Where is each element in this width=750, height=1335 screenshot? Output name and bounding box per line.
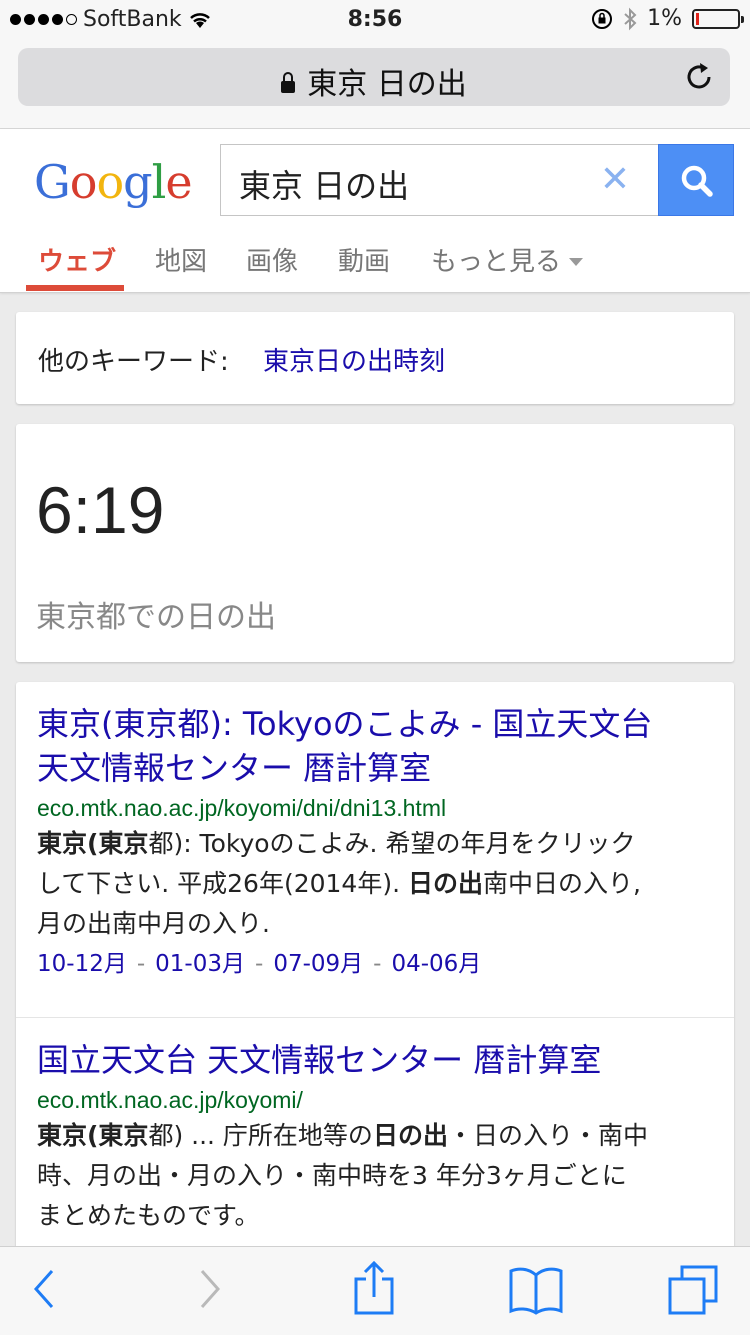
sitelink[interactable]: 10-12月 [37, 951, 127, 977]
result-title-link[interactable]: 東京(東京都): Tokyoのこよみ - 国立天文台 天文情報センター 暦計算室 [37, 702, 717, 790]
snippet-bold: 東京(東京 [37, 1121, 149, 1150]
tab-maps[interactable]: 地図 [155, 241, 207, 278]
sitelink-separator: - [255, 951, 264, 977]
search-input[interactable]: 東京 日の出 ✕ [220, 144, 658, 216]
reload-icon[interactable] [682, 60, 716, 94]
browser-toolbar [0, 1246, 750, 1335]
active-tab-indicator [26, 285, 124, 291]
snippet-text: 南中日の入り, [483, 869, 641, 898]
result-url: eco.mtk.nao.ac.jp/koyomi/ [37, 1087, 303, 1113]
tab-web[interactable]: ウェブ [38, 241, 116, 278]
result-divider [16, 1017, 734, 1018]
battery-icon [692, 8, 744, 29]
tabs-icon[interactable] [666, 1263, 720, 1317]
tab-videos[interactable]: 動画 [338, 241, 390, 278]
snippet-text: して下さい. 平成26年(2014年). [37, 869, 408, 898]
snippet-text: ・日の入り・南中 [447, 1121, 648, 1150]
search-result: 東京(東京都): Tokyoのこよみ - 国立天文台 天文情報センター 暦計算室… [37, 702, 717, 984]
search-button[interactable] [658, 144, 734, 216]
search-results: 東京(東京都): Tokyoのこよみ - 国立天文台 天文情報センター 暦計算室… [16, 682, 734, 1282]
sitelink[interactable]: 04-06月 [391, 951, 481, 977]
back-icon[interactable] [28, 1267, 58, 1311]
clear-icon[interactable]: ✕ [600, 159, 630, 200]
search-result: 国立天文台 天文情報センター 暦計算室 eco.mtk.nao.ac.jp/ko… [37, 1038, 717, 1236]
search-icon [681, 165, 713, 197]
chevron-down-icon [569, 258, 584, 266]
sitelink[interactable]: 07-09月 [273, 951, 363, 977]
search-query[interactable]: 東京 日の出 [239, 161, 409, 207]
result-snippet: 東京(東京都): Tokyoのこよみ. 希望の年月をクリック して下さい. 平成… [37, 824, 717, 944]
google-header: Google 東京 日の出 ✕ ウェブ 地図 画像 動画 もっと見る [0, 129, 750, 293]
sitelink-separator: - [136, 951, 146, 977]
related-keywords-label: 他のキーワード: [38, 347, 229, 377]
sitelink[interactable]: 01-03月 [155, 951, 245, 977]
tab-more-label: もっと見る [431, 247, 562, 277]
snippet-text: まとめたものです。 [37, 1201, 260, 1230]
snippet-text: 都): Tokyoのこよみ. 希望の年月をクリック [148, 829, 636, 858]
bookmarks-icon[interactable] [508, 1265, 564, 1315]
snippet-bold: 日の出 [407, 869, 483, 898]
address-bar[interactable]: 東京 日の出 [18, 48, 730, 106]
snippet-bold: 東京(東京 [37, 829, 149, 858]
address-bar-text: 東京 日の出 [307, 67, 467, 102]
snippet-text: 月の出南中月の入り. [37, 909, 270, 938]
sitelink-separator: - [373, 951, 382, 977]
bluetooth-icon [624, 7, 637, 30]
sunrise-time: 6:19 [36, 473, 165, 547]
result-title-line: 天文情報センター 暦計算室 [37, 749, 432, 787]
tab-more[interactable]: もっと見る [431, 241, 584, 278]
snippet-bold: 日の出 [372, 1121, 448, 1150]
sunrise-caption: 東京都での日の出 [36, 600, 276, 635]
result-url: eco.mtk.nao.ac.jp/koyomi/dni/dni13.html [37, 795, 447, 821]
forward-icon[interactable] [196, 1267, 226, 1311]
related-keywords-card: 他のキーワード: 東京日の出時刻 [16, 312, 734, 404]
address-bar-title[interactable]: 東京 日の出 [18, 59, 730, 103]
battery-percent: 1% [647, 6, 682, 31]
orientation-lock-icon [592, 8, 613, 29]
tab-images[interactable]: 画像 [246, 241, 298, 278]
sitelinks: 10-12月 -01-03月 -07-09月 -04-06月 [37, 944, 717, 984]
related-keyword-link[interactable]: 東京日の出時刻 [263, 341, 445, 378]
status-bar: SoftBank 8:56 1% [0, 0, 750, 40]
result-snippet: 東京(東京都) ... 庁所在地等の日の出・日の入り・南中 時、月の出・月の入り… [37, 1116, 717, 1236]
snippet-text: 時、月の出・月の入り・南中時を3 年分3ヶ月ごとに [37, 1161, 627, 1190]
result-title-line: 東京(東京都): Tokyoのこよみ - 国立天文台 [37, 705, 653, 743]
result-title-link[interactable]: 国立天文台 天文情報センター 暦計算室 [37, 1038, 717, 1082]
search-tabs: ウェブ 地図 画像 動画 もっと見る [0, 229, 750, 291]
sunrise-answer-card: 6:19 東京都での日の出 [16, 424, 734, 662]
google-logo[interactable]: Google [34, 155, 193, 209]
share-icon[interactable] [352, 1261, 396, 1315]
lock-icon [281, 72, 296, 93]
browser-address-area: 東京 日の出 [0, 40, 750, 129]
status-right: 1% [591, 6, 744, 31]
snippet-text: 都) ... 庁所在地等の [148, 1121, 373, 1150]
